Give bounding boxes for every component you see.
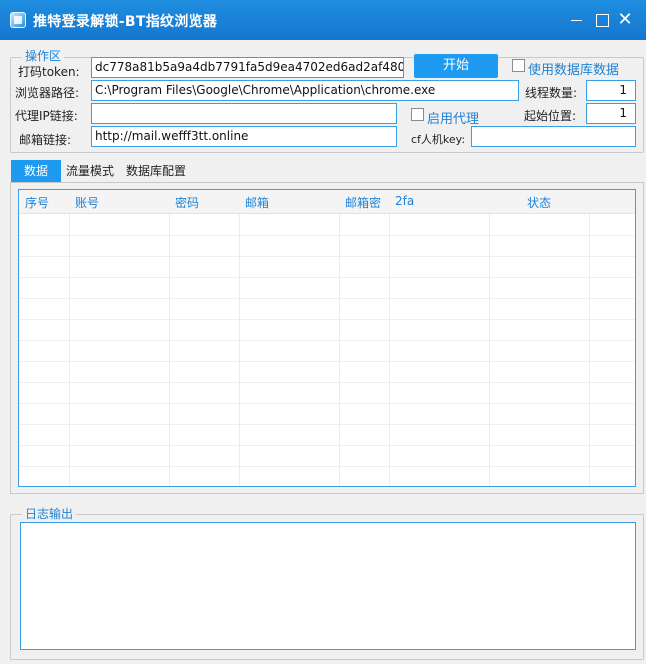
close-icon[interactable]: ✕ (615, 10, 635, 30)
mail-link-input[interactable]: http://mail.wefff3tt.online (91, 126, 397, 147)
token-label: 打码token: (18, 65, 80, 79)
grid-row-line (19, 466, 635, 467)
start-position-input[interactable]: 1 (586, 103, 636, 124)
grid-row-line (19, 445, 635, 446)
operation-area-legend: 操作区 (22, 49, 65, 63)
column-header-email-password[interactable]: 邮箱密 (345, 194, 381, 211)
grid-header: 序号 账号 密码 邮箱 邮箱密 2fa 状态 (19, 190, 635, 214)
grid-row-line (19, 382, 635, 383)
enable-proxy-checkbox[interactable] (411, 108, 424, 121)
token-input[interactable]: dc778a81b5a9a4db7791fa5d9ea4702ed6ad2af4… (91, 57, 404, 78)
cf-key-input[interactable] (471, 126, 636, 147)
start-position-label: 起始位置: (524, 109, 577, 123)
log-legend: 日志输出 (22, 507, 77, 521)
column-header-2fa[interactable]: 2fa (395, 194, 414, 208)
maximize-icon[interactable] (591, 10, 611, 30)
grid-row-line (19, 277, 635, 278)
column-header-account[interactable]: 账号 (75, 194, 99, 211)
column-header-password[interactable]: 密码 (175, 194, 199, 211)
tab-db-config[interactable]: 数据库配置 (123, 160, 189, 182)
log-output[interactable] (20, 522, 636, 650)
minimize-icon[interactable] (566, 10, 586, 30)
app-icon (10, 12, 26, 28)
column-header-email[interactable]: 邮箱 (245, 194, 269, 211)
start-button[interactable]: 开始 (414, 54, 498, 78)
tab-traffic-mode[interactable]: 流量模式 (63, 160, 117, 182)
app-window: 推特登录解锁-BT指纹浏览器 ✕ 操作区 打码token: dc778a81b5… (0, 0, 646, 664)
enable-proxy-label[interactable]: 启用代理 (427, 108, 479, 127)
grid-row-line (19, 298, 635, 299)
thread-count-label: 线程数量: (525, 86, 578, 100)
column-header-index[interactable]: 序号 (25, 194, 49, 211)
column-header-status[interactable]: 状态 (527, 194, 551, 211)
grid-row-line (19, 319, 635, 320)
browser-path-label: 浏览器路径: (15, 86, 80, 100)
tab-data[interactable]: 数据 (11, 160, 61, 182)
grid-row-line (19, 424, 635, 425)
cf-key-label: cf人机key: (411, 133, 466, 146)
proxy-link-label: 代理IP链接: (15, 109, 78, 123)
title-bar[interactable]: 推特登录解锁-BT指纹浏览器 ✕ (0, 0, 646, 40)
proxy-link-input[interactable] (91, 103, 397, 124)
use-db-label[interactable]: 使用数据库数据 (528, 59, 619, 78)
grid-row-line (19, 403, 635, 404)
thread-count-input[interactable]: 1 (586, 80, 636, 101)
grid-row-line (19, 256, 635, 257)
use-db-checkbox[interactable] (512, 59, 525, 72)
grid-row-line (19, 340, 635, 341)
window-title: 推特登录解锁-BT指纹浏览器 (33, 14, 218, 30)
mail-link-label: 邮箱链接: (19, 133, 72, 147)
grid-row-line (19, 235, 635, 236)
grid-row-line (19, 361, 635, 362)
data-grid[interactable]: 序号 账号 密码 邮箱 邮箱密 2fa 状态 (18, 189, 636, 487)
browser-path-input[interactable]: C:\Program Files\Google\Chrome\Applicati… (91, 80, 519, 101)
